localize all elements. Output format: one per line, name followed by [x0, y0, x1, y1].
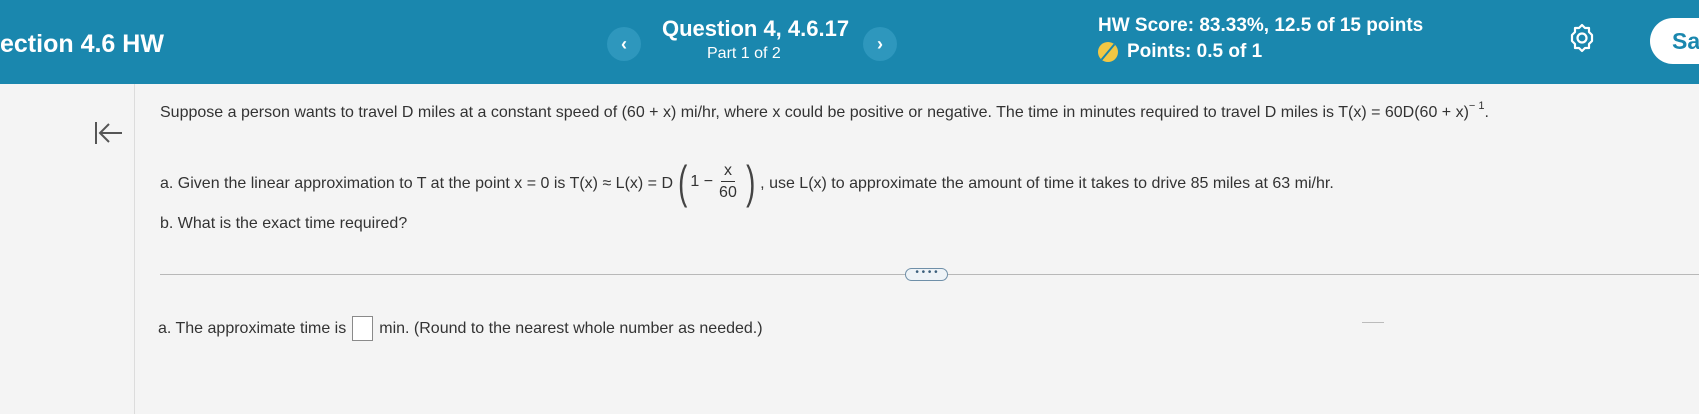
fraction: x 60 [716, 162, 740, 202]
answer-row: a. The approximate time is min. (Round t… [158, 316, 763, 341]
question-content [0, 84, 1699, 414]
arrow-left-bar-icon [95, 122, 122, 144]
fraction-numerator: x [720, 162, 735, 182]
right-paren: ) [745, 156, 756, 208]
top-bar: ection 4.6 HW ‹ Question 4, 4.6.17 Part … [0, 0, 1699, 84]
settings-button[interactable] [1566, 22, 1598, 54]
decorative-mark [1362, 322, 1384, 323]
sidebar-divider [134, 84, 135, 414]
answer-input[interactable] [352, 316, 374, 341]
chevron-right-icon: › [877, 33, 883, 54]
gear-icon [1570, 23, 1594, 53]
part-a-text-before: a. Given the linear approximation to T a… [160, 175, 674, 193]
next-question-button[interactable]: › [863, 27, 897, 61]
partial-credit-icon [1098, 42, 1118, 62]
question-part-b: b. What is the exact time required? [160, 215, 408, 232]
intro-text: Suppose a person wants to travel D miles… [160, 104, 1469, 121]
collapse-panel-button[interactable] [92, 118, 126, 148]
one-minus: 1 − [690, 173, 714, 190]
question-part-a: a. Given the linear approximation to T a… [160, 159, 1334, 207]
fraction-denominator: 60 [719, 184, 737, 201]
question-part: Part 1 of 2 [707, 45, 781, 62]
linear-approx-expression: (1 − x 60) [675, 159, 758, 205]
question-intro: Suppose a person wants to travel D miles… [160, 100, 1489, 122]
question-title: Question 4, 4.6.17 [662, 16, 850, 41]
previous-question-button[interactable]: ‹ [607, 27, 641, 61]
save-button[interactable]: Sa [1650, 18, 1699, 64]
points-text: Points: 0.5 of 1 [1127, 41, 1263, 62]
left-paren: ( [678, 156, 688, 208]
intro-end: . [1484, 104, 1489, 121]
answer-suffix: min. (Round to the nearest whole number … [379, 319, 763, 337]
chevron-left-icon: ‹ [621, 33, 627, 54]
answer-prefix: a. The approximate time is [158, 319, 347, 337]
part-a-text-after: , use L(x) to approximate the amount of … [760, 175, 1334, 193]
points-row: Points: 0.5 of 1 [1098, 41, 1262, 63]
hw-score: HW Score: 83.33%, 12.5 of 15 points [1098, 15, 1424, 36]
section-title: ection 4.6 HW [0, 30, 164, 58]
expand-button[interactable]: • • • • [905, 268, 948, 281]
intro-exponent: − 1 [1468, 100, 1485, 112]
